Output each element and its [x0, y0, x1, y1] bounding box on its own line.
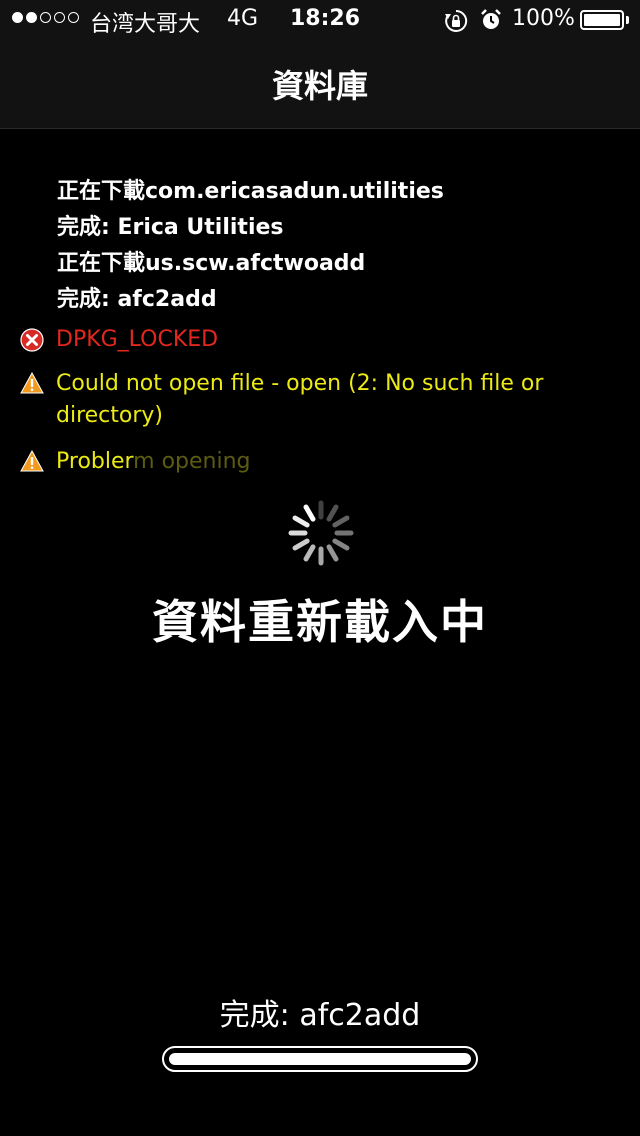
log-line: 完成: afc2add — [57, 287, 217, 312]
status-bar: 台湾大哥大 4G 18:26 100% — [0, 0, 640, 40]
log-line: 正在下載com.ericasadun.utilities — [57, 179, 444, 204]
warning-text-faded: m opening — [133, 449, 251, 474]
spinner-tick — [326, 544, 339, 562]
warning-text: Problerm opening — [56, 446, 576, 478]
reload-title: 資料重新載入中 — [152, 595, 488, 649]
orientation-lock-icon — [444, 9, 468, 39]
status-time: 18:26 — [290, 6, 361, 31]
spinner-tick — [332, 538, 350, 551]
reload-status: 完成: afc2add — [219, 998, 421, 1033]
error-x-icon — [20, 328, 44, 352]
log-line: 完成: Erica Utilities — [57, 215, 284, 240]
progress-fill — [169, 1053, 471, 1065]
battery-terminal — [626, 16, 629, 24]
spinner-tick — [303, 504, 316, 522]
signal-strength-icon — [12, 12, 79, 23]
alarm-icon — [480, 9, 502, 37]
carrier-name: 台湾大哥大 — [90, 12, 201, 37]
error-text: DPKG_LOCKED — [56, 327, 219, 352]
warning-text-visible: Probler — [56, 449, 134, 474]
spinner-tick — [326, 504, 339, 522]
spinner-tick — [292, 538, 310, 551]
spinner-tick — [332, 515, 350, 528]
navigation-bar: 資料庫 — [0, 40, 640, 129]
warning-icon — [20, 449, 44, 472]
spinner-tick — [303, 544, 316, 562]
page-title: 資料庫 — [271, 67, 368, 105]
spinner-tick — [292, 515, 310, 528]
loading-spinner-icon — [288, 500, 354, 566]
battery-icon — [580, 10, 624, 30]
battery-percentage: 100% — [512, 6, 575, 31]
warning-text: Could not open file - open (2: No such f… — [56, 371, 544, 428]
reload-progress-bar — [162, 1046, 478, 1072]
warning-icon — [20, 371, 44, 394]
log-line: 正在下載us.scw.afctwoadd — [57, 251, 366, 276]
network-type: 4G — [227, 6, 259, 31]
